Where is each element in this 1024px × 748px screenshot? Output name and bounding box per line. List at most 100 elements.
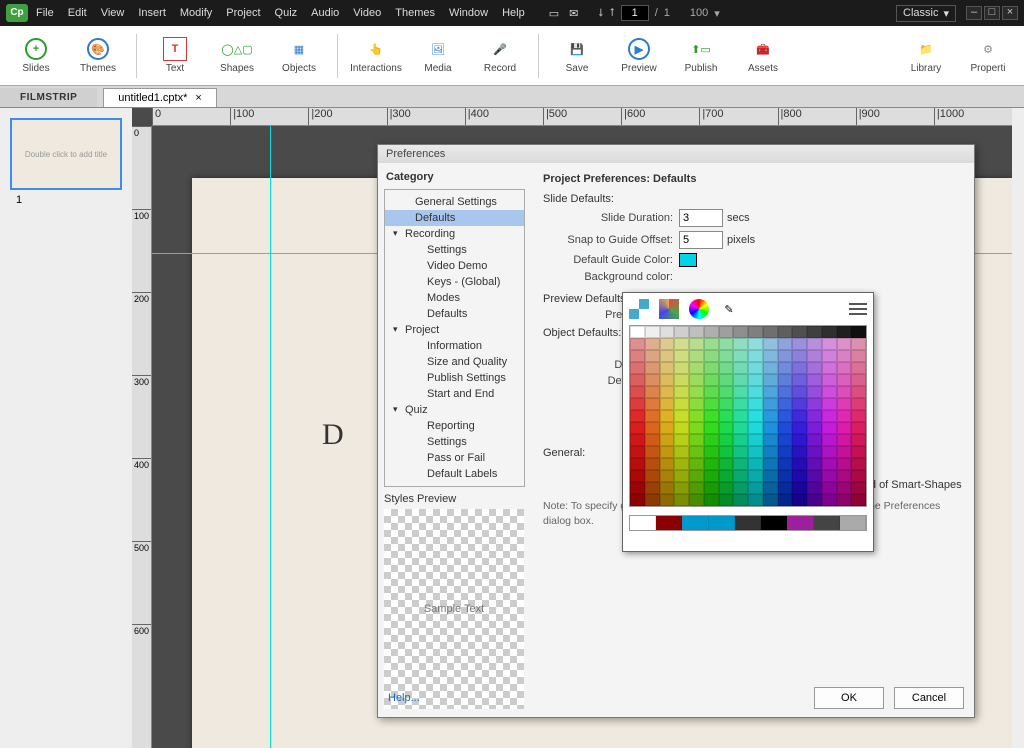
- color-cell[interactable]: [837, 410, 852, 422]
- color-cell[interactable]: [807, 494, 822, 506]
- color-cell[interactable]: [719, 482, 734, 494]
- color-cell[interactable]: [689, 374, 704, 386]
- color-cell[interactable]: [822, 458, 837, 470]
- color-cell[interactable]: [660, 338, 675, 350]
- save-tool[interactable]: 💾Save: [549, 29, 605, 83]
- color-cell[interactable]: [851, 410, 866, 422]
- color-cell[interactable]: [778, 362, 793, 374]
- color-cell[interactable]: [792, 374, 807, 386]
- color-cell[interactable]: [822, 434, 837, 446]
- filmstrip-tab[interactable]: FILMSTRIP: [0, 88, 97, 107]
- color-recent[interactable]: [787, 516, 813, 530]
- color-cell[interactable]: [689, 398, 704, 410]
- color-cell[interactable]: [851, 374, 866, 386]
- color-cell[interactable]: [660, 422, 675, 434]
- library-tool[interactable]: 📁Library: [898, 29, 954, 83]
- color-cell[interactable]: [674, 398, 689, 410]
- menu-edit[interactable]: Edit: [68, 7, 87, 19]
- color-recent[interactable]: [682, 516, 708, 530]
- color-cell[interactable]: [851, 458, 866, 470]
- color-cell[interactable]: [837, 494, 852, 506]
- color-cell[interactable]: [822, 422, 837, 434]
- guide-vertical[interactable]: [270, 126, 271, 748]
- color-cell[interactable]: [778, 326, 793, 338]
- color-cell[interactable]: [674, 338, 689, 350]
- cat-rec-video[interactable]: Video Demo: [385, 258, 524, 274]
- color-cell[interactable]: [748, 386, 763, 398]
- color-cell[interactable]: [763, 494, 778, 506]
- color-recent[interactable]: [735, 516, 761, 530]
- color-cell[interactable]: [837, 470, 852, 482]
- close-button[interactable]: ×: [1002, 6, 1018, 20]
- color-cell[interactable]: [704, 350, 719, 362]
- color-cell[interactable]: [837, 434, 852, 446]
- picker-tab-grid[interactable]: [659, 299, 679, 319]
- properties-tool[interactable]: ⚙Properti: [960, 29, 1016, 83]
- color-cell[interactable]: [807, 386, 822, 398]
- media-tool[interactable]: 🖼Media: [410, 29, 466, 83]
- color-cell[interactable]: [674, 446, 689, 458]
- themes-tool[interactable]: 🎨Themes: [70, 29, 126, 83]
- minimize-button[interactable]: –: [966, 6, 982, 20]
- color-cell[interactable]: [689, 458, 704, 470]
- color-cell[interactable]: [822, 446, 837, 458]
- color-cell[interactable]: [778, 446, 793, 458]
- color-cell[interactable]: [763, 410, 778, 422]
- color-cell[interactable]: [704, 338, 719, 350]
- color-cell[interactable]: [792, 386, 807, 398]
- color-cell[interactable]: [674, 482, 689, 494]
- color-cell[interactable]: [792, 338, 807, 350]
- color-recent[interactable]: [840, 516, 866, 530]
- picker-menu-icon[interactable]: [849, 303, 867, 315]
- color-cell[interactable]: [807, 326, 822, 338]
- color-cell[interactable]: [630, 350, 645, 362]
- color-cell[interactable]: [719, 362, 734, 374]
- color-cell[interactable]: [792, 482, 807, 494]
- color-cell[interactable]: [704, 434, 719, 446]
- color-cell[interactable]: [674, 434, 689, 446]
- cat-proj-se[interactable]: Start and End: [385, 386, 524, 402]
- color-cell[interactable]: [851, 434, 866, 446]
- color-cell[interactable]: [763, 398, 778, 410]
- color-cell[interactable]: [630, 422, 645, 434]
- color-cell[interactable]: [704, 386, 719, 398]
- publish-tool[interactable]: ⬆▭Publish: [673, 29, 729, 83]
- color-cell[interactable]: [837, 398, 852, 410]
- cat-recording[interactable]: Recording: [385, 226, 524, 242]
- redo-icon[interactable]: ⭡: [610, 7, 615, 20]
- menu-quiz[interactable]: Quiz: [275, 7, 298, 19]
- color-cell[interactable]: [748, 362, 763, 374]
- color-cell[interactable]: [763, 422, 778, 434]
- color-cell[interactable]: [851, 350, 866, 362]
- color-cell[interactable]: [748, 494, 763, 506]
- color-cell[interactable]: [837, 338, 852, 350]
- color-cell[interactable]: [837, 422, 852, 434]
- record-tool[interactable]: 🎤Record: [472, 29, 528, 83]
- color-cell[interactable]: [822, 494, 837, 506]
- color-cell[interactable]: [763, 338, 778, 350]
- slide-duration-input[interactable]: [679, 209, 723, 227]
- color-cell[interactable]: [719, 326, 734, 338]
- color-cell[interactable]: [660, 482, 675, 494]
- color-cell[interactable]: [792, 494, 807, 506]
- menu-window[interactable]: Window: [449, 7, 488, 19]
- color-cell[interactable]: [630, 386, 645, 398]
- color-cell[interactable]: [704, 458, 719, 470]
- maximize-button[interactable]: □: [984, 6, 1000, 20]
- cat-rec-keys[interactable]: Keys - (Global): [385, 274, 524, 290]
- color-cell[interactable]: [645, 326, 660, 338]
- color-cell[interactable]: [704, 446, 719, 458]
- color-cell[interactable]: [837, 458, 852, 470]
- zoom-dropdown-icon[interactable]: ▾: [714, 7, 720, 20]
- color-cell[interactable]: [630, 410, 645, 422]
- color-cell[interactable]: [630, 362, 645, 374]
- color-cell[interactable]: [704, 422, 719, 434]
- color-cell[interactable]: [748, 446, 763, 458]
- undo-icon[interactable]: ⭣: [598, 7, 603, 20]
- color-cell[interactable]: [645, 470, 660, 482]
- color-cell[interactable]: [822, 398, 837, 410]
- color-cell[interactable]: [719, 338, 734, 350]
- color-cell[interactable]: [851, 398, 866, 410]
- color-cell[interactable]: [645, 494, 660, 506]
- color-cell[interactable]: [630, 338, 645, 350]
